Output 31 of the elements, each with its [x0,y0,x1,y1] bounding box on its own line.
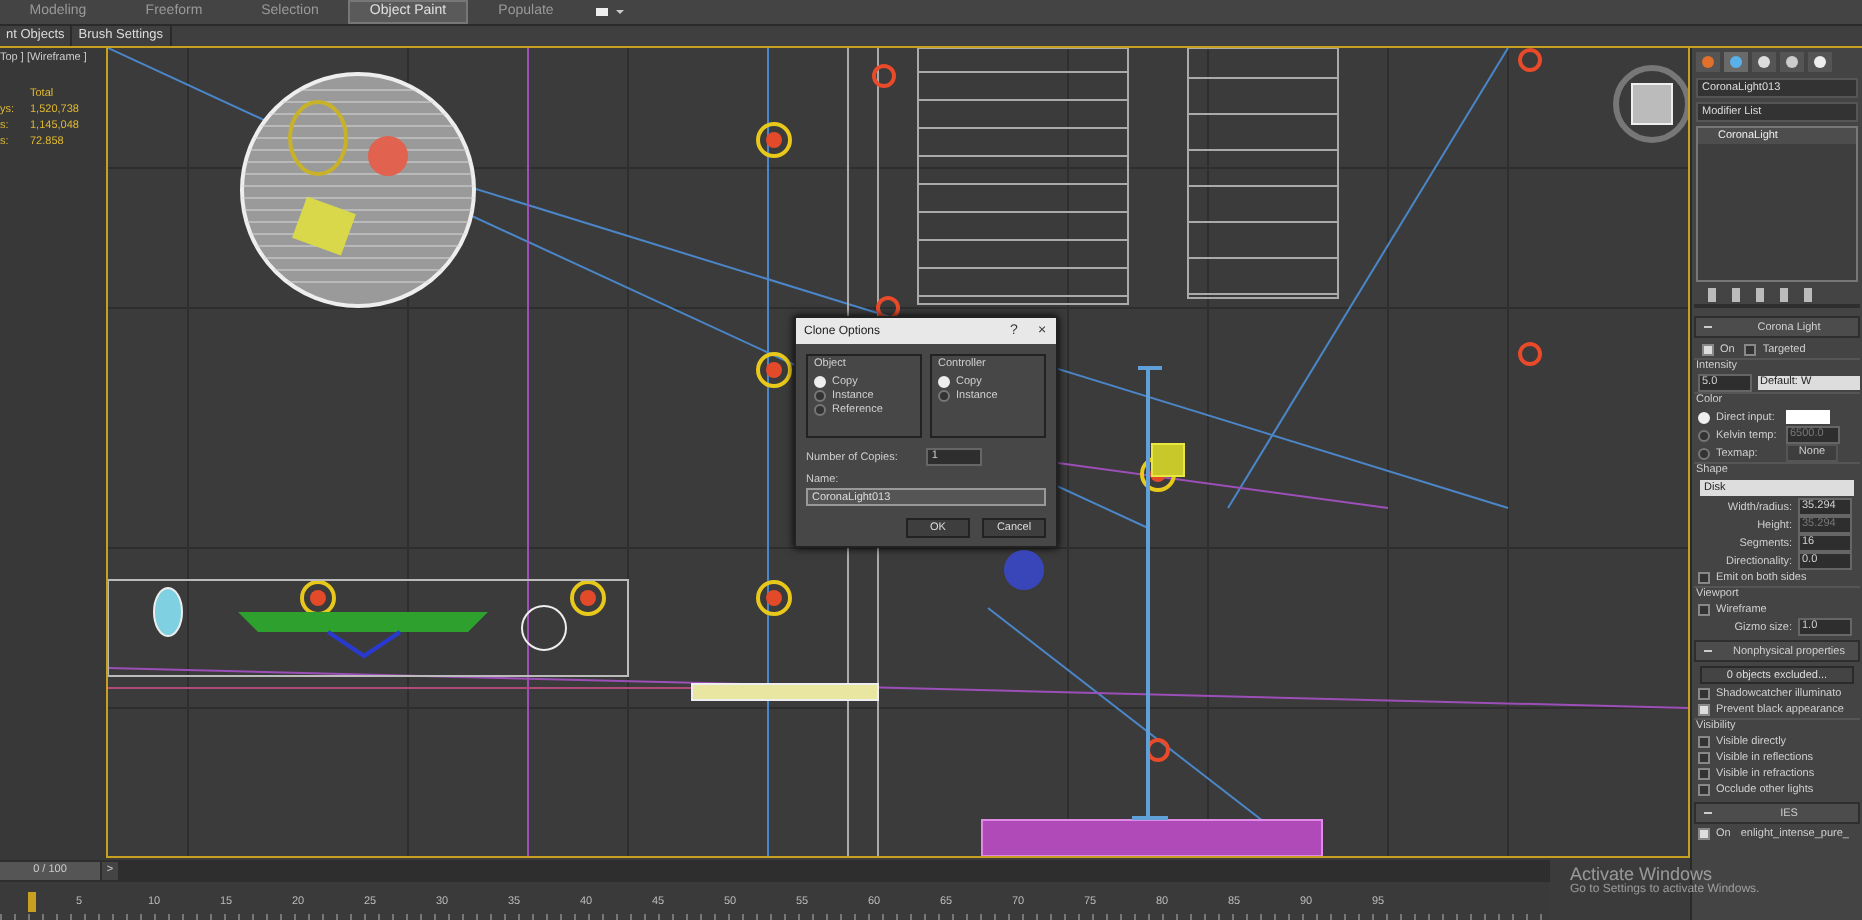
cursor-icon [1004,550,1044,590]
radio-button[interactable] [814,389,826,401]
checkbox[interactable] [1698,604,1710,616]
light-icon [756,580,792,616]
playhead-icon [28,892,36,912]
ring-icon [1518,48,1542,72]
light-icon [300,580,336,616]
checkbox[interactable] [1698,784,1710,796]
checkbox[interactable] [1698,688,1710,700]
ring-icon [1146,738,1170,762]
checkbox[interactable] [1698,828,1710,840]
ring-icon [876,296,900,320]
ring-icon [872,64,896,88]
checkbox[interactable] [1698,572,1710,584]
viewcube-icon [1613,65,1688,143]
radio-button[interactable] [814,403,826,415]
checkbox[interactable] [1698,768,1710,780]
light-icon [756,122,792,158]
checkbox[interactable] [1702,343,1714,355]
light-icon [570,580,606,616]
color-swatch[interactable] [1786,410,1830,424]
checkbox[interactable] [1744,343,1757,355]
checkbox[interactable] [1698,752,1710,764]
activation-notice-title: Activate Windows [1570,864,1713,884]
radio-button[interactable] [1698,447,1710,459]
checkbox[interactable] [1698,736,1710,748]
ring-icon [1518,342,1542,366]
radio-button[interactable] [938,389,950,401]
checkbox[interactable] [1698,704,1710,716]
radio-button[interactable] [1698,429,1710,441]
light-icon [756,352,792,388]
